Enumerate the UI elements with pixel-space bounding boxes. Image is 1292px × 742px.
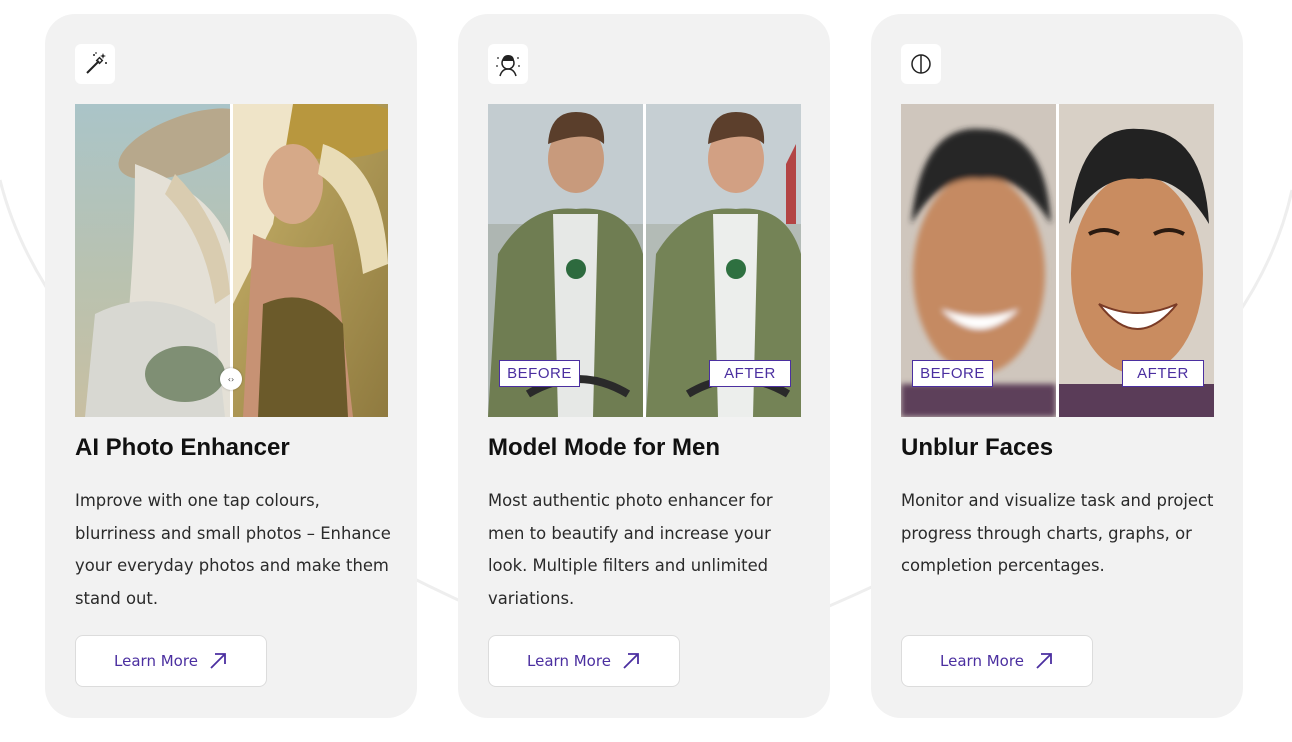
before-after-comparison: BEFORE AFTER [901,104,1214,417]
man-portrait-icon [488,44,528,84]
after-label: AFTER [1122,360,1204,387]
before-image: BEFORE [488,104,643,417]
before-label: BEFORE [912,360,993,387]
arrow-up-right-icon [621,651,641,671]
feature-card-ai-photo-enhancer: ‹› AI Photo Enhancer Improve with one ta… [45,14,417,718]
learn-more-label: Learn More [940,652,1024,670]
before-label: BEFORE [499,360,580,387]
compare-slider-handle[interactable]: ‹› [220,368,242,390]
magic-wand-icon [75,44,115,84]
feature-card-unblur-faces: BEFORE AFTER Unblur Faces Monitor and vi… [871,14,1243,718]
card-description: Monitor and visualize task and project p… [901,491,1214,575]
learn-more-label: Learn More [114,652,198,670]
after-image [233,104,388,417]
before-after-comparison: ‹› [75,104,388,417]
after-image: AFTER [1059,104,1214,417]
learn-more-button[interactable]: Learn More [901,635,1093,687]
before-image: BEFORE [901,104,1056,417]
learn-more-button[interactable]: Learn More [75,635,267,687]
card-description: Most authentic photo enhancer for men to… [488,491,773,608]
after-label: AFTER [709,360,791,387]
card-description: Improve with one tap colours, blurriness… [75,491,391,608]
before-image [75,104,230,417]
card-title: Unblur Faces [901,434,1054,461]
after-image: AFTER [646,104,801,417]
card-title: Model Mode for Men [488,434,720,461]
learn-more-label: Learn More [527,652,611,670]
arrow-up-right-icon [1034,651,1054,671]
feature-card-model-mode-men: BEFORE AFTER Model Mode for Men Most aut… [458,14,830,718]
before-after-comparison: BEFORE AFTER [488,104,801,417]
arrow-up-right-icon [208,651,228,671]
half-circle-icon [901,44,941,84]
card-title: AI Photo Enhancer [75,434,290,461]
learn-more-button[interactable]: Learn More [488,635,680,687]
